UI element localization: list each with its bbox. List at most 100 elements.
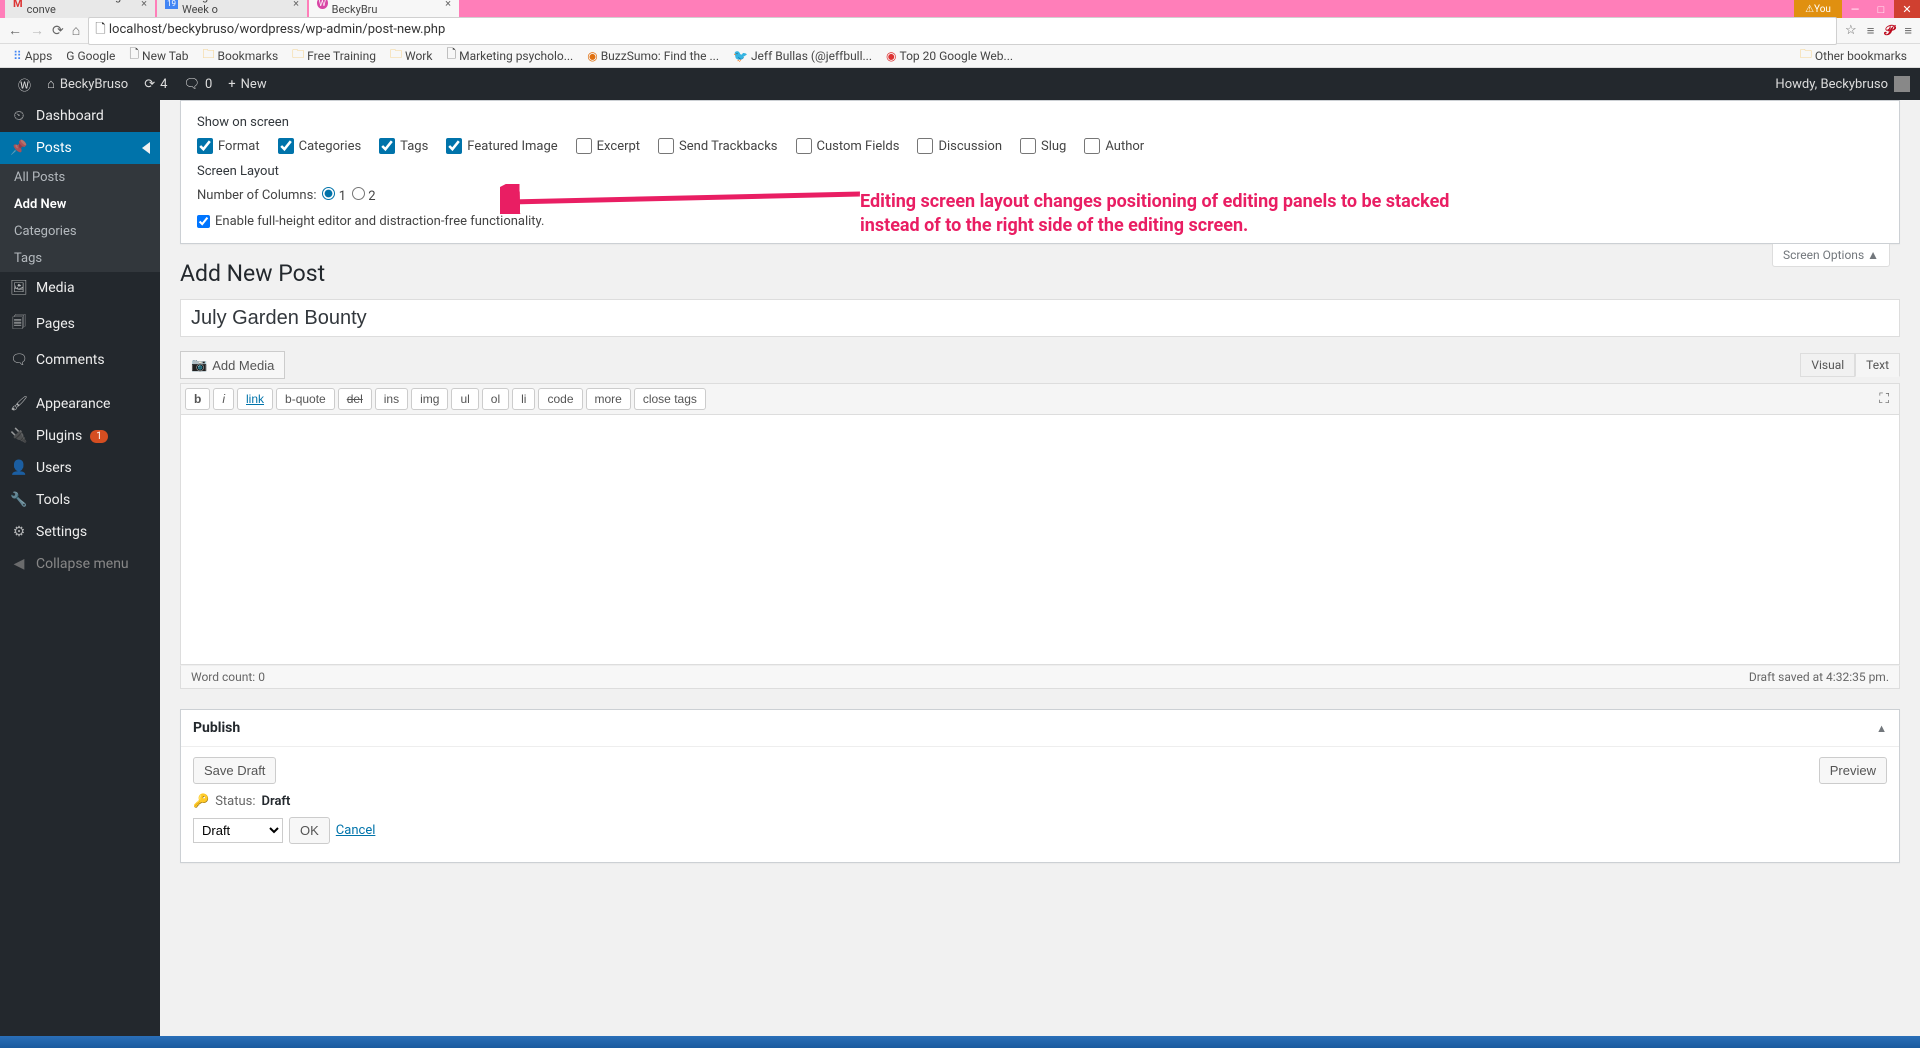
- close-icon[interactable]: ×: [445, 0, 451, 10]
- editor-tab-text[interactable]: Text: [1855, 353, 1900, 377]
- bookmark-other[interactable]: 🗀Other bookmarks: [1795, 43, 1912, 68]
- radio-col-2[interactable]: 2: [352, 187, 376, 204]
- status-label: Status:: [215, 794, 255, 809]
- qt-more[interactable]: more: [586, 388, 631, 410]
- chk-excerpt[interactable]: Excerpt: [576, 138, 640, 154]
- forward-icon[interactable]: →: [30, 22, 44, 39]
- qt-li[interactable]: li: [512, 388, 535, 410]
- sidebar-item-dashboard[interactable]: ⏲Dashboard: [0, 100, 160, 132]
- qt-italic[interactable]: i: [213, 388, 234, 410]
- maximize-button[interactable]: □: [1868, 0, 1894, 18]
- browser-tab-3[interactable]: W Add New Post ‹ BeckyBru ×: [309, 0, 459, 18]
- pinterest-icon[interactable]: 𝒫: [1884, 23, 1894, 39]
- sidebar-sub-categories[interactable]: Categories: [0, 218, 160, 245]
- sidebar-item-settings[interactable]: ⚙Settings: [0, 516, 160, 548]
- qt-ul[interactable]: ul: [451, 388, 478, 410]
- chrome-user-button[interactable]: ⚠ You: [1794, 0, 1842, 18]
- qt-ins[interactable]: ins: [375, 388, 408, 410]
- qt-link[interactable]: link: [237, 388, 273, 410]
- updates-link[interactable]: ⟳4: [136, 68, 175, 100]
- home-icon[interactable]: ⌂: [72, 22, 80, 39]
- qt-bold[interactable]: b: [185, 388, 210, 410]
- close-icon[interactable]: ×: [293, 0, 299, 10]
- bookmark-buzzsumo[interactable]: ◉BuzzSumo: Find the ...: [582, 47, 724, 65]
- radio-col-1[interactable]: 1: [322, 187, 346, 204]
- reload-icon[interactable]: ⟳: [52, 23, 64, 39]
- screen-options-toggle[interactable]: Screen Options ▲: [1772, 244, 1890, 267]
- admin-sidebar: ⏲Dashboard 📌Posts All Posts Add New Cate…: [0, 100, 160, 1036]
- status-select[interactable]: Draft: [193, 818, 283, 843]
- buffer-icon[interactable]: ≡: [1867, 23, 1875, 39]
- wp-logo-icon[interactable]: Ⓦ: [10, 68, 39, 100]
- sidebar-item-appearance[interactable]: 🖌Appearance: [0, 388, 160, 420]
- url-input[interactable]: 🗋 localhost/beckybruso/wordpress/wp-admi…: [88, 17, 1837, 45]
- bookmark-newtab[interactable]: 🗋New Tab: [124, 43, 193, 68]
- qt-del[interactable]: del: [338, 388, 372, 410]
- status-cancel-link[interactable]: Cancel: [336, 823, 376, 838]
- comment-icon: 🗨: [10, 352, 28, 368]
- sidebar-collapse[interactable]: ◀Collapse menu: [0, 548, 160, 580]
- qt-code[interactable]: code: [538, 388, 582, 410]
- sidebar-item-comments[interactable]: 🗨Comments: [0, 344, 160, 376]
- bookmark-folder-bookmarks[interactable]: 🗀Bookmarks: [197, 43, 283, 68]
- add-media-button[interactable]: 📷Add Media: [180, 351, 285, 379]
- bookmark-folder-freetraining[interactable]: 🗀Free Training: [287, 43, 381, 68]
- post-title-input[interactable]: [180, 299, 1900, 337]
- star-icon[interactable]: ☆: [1845, 23, 1857, 38]
- close-window-button[interactable]: ✕: [1894, 0, 1920, 18]
- qt-bquote[interactable]: b-quote: [276, 388, 335, 410]
- menu-icon[interactable]: ≡: [1904, 23, 1912, 39]
- close-icon[interactable]: ×: [141, 0, 147, 10]
- minimize-button[interactable]: —: [1842, 0, 1868, 18]
- chk-customfields[interactable]: Custom Fields: [796, 138, 900, 154]
- browser-tab-2[interactable]: 19 Google Calendar - Week o ×: [157, 0, 307, 18]
- sidebar-item-plugins[interactable]: 🔌Plugins1: [0, 420, 160, 452]
- post-content-textarea[interactable]: [180, 415, 1900, 665]
- page-icon: 🗐: [10, 312, 28, 336]
- apps-button[interactable]: ⠿Apps: [8, 47, 57, 65]
- sidebar-item-media[interactable]: 🖼Media: [0, 272, 160, 304]
- sidebar-item-pages[interactable]: 🗐Pages: [0, 304, 160, 344]
- publish-metabox: Publish ▲ Save Draft Preview 🔑 Status: D…: [180, 709, 1900, 863]
- chk-categories[interactable]: Categories: [278, 138, 362, 154]
- fullscreen-icon[interactable]: ⛶: [1873, 391, 1895, 407]
- sidebar-item-users[interactable]: 👤Users: [0, 452, 160, 484]
- back-icon[interactable]: ←: [8, 22, 22, 39]
- editor-tab-visual[interactable]: Visual: [1800, 353, 1855, 377]
- chk-author[interactable]: Author: [1084, 138, 1144, 154]
- windows-taskbar[interactable]: [0, 1036, 1920, 1048]
- tab-favicon: M: [13, 0, 23, 10]
- avatar[interactable]: [1894, 76, 1910, 92]
- annotation-text: Editing screen layout changes positionin…: [860, 190, 1449, 239]
- bookmark-google[interactable]: GGoogle: [61, 47, 120, 65]
- sidebar-item-posts[interactable]: 📌Posts: [0, 132, 160, 164]
- metabox-toggle-icon[interactable]: ▲: [1876, 722, 1887, 735]
- chk-slug[interactable]: Slug: [1020, 138, 1066, 154]
- bookmark-jeffbullas[interactable]: 🐦Jeff Bullas (@jeffbull...: [728, 47, 877, 65]
- bookmark-marketing[interactable]: 🗋Marketing psycholo...: [441, 43, 578, 68]
- dashboard-icon: ⏲: [10, 108, 28, 124]
- site-link[interactable]: ⌂BeckyBruso: [39, 68, 136, 100]
- chk-sendtrackbacks[interactable]: Send Trackbacks: [658, 138, 777, 154]
- qt-ol[interactable]: ol: [482, 388, 509, 410]
- qt-img[interactable]: img: [411, 388, 448, 410]
- collapse-icon: ◀: [10, 556, 28, 572]
- preview-button[interactable]: Preview: [1819, 757, 1887, 784]
- sidebar-sub-tags[interactable]: Tags: [0, 245, 160, 272]
- comments-link[interactable]: 🗨0: [175, 68, 220, 100]
- sidebar-sub-allposts[interactable]: All Posts: [0, 164, 160, 191]
- sidebar-sub-addnew[interactable]: Add New: [0, 191, 160, 218]
- chk-format[interactable]: Format: [197, 138, 260, 154]
- browser-tab-1[interactable]: M WordPress Naming conve ×: [5, 0, 155, 18]
- sidebar-item-tools[interactable]: 🔧Tools: [0, 484, 160, 516]
- save-draft-button[interactable]: Save Draft: [193, 757, 276, 784]
- status-ok-button[interactable]: OK: [289, 817, 330, 844]
- chk-discussion[interactable]: Discussion: [917, 138, 1002, 154]
- bookmark-top20[interactable]: ◉Top 20 Google Web...: [881, 47, 1018, 65]
- chk-featuredimage[interactable]: Featured Image: [446, 138, 557, 154]
- new-link[interactable]: +New: [220, 68, 274, 100]
- howdy-text[interactable]: Howdy, Beckybruso: [1775, 77, 1888, 92]
- bookmark-folder-work[interactable]: 🗀Work: [385, 43, 437, 68]
- qt-closetags[interactable]: close tags: [634, 388, 706, 410]
- chk-tags[interactable]: Tags: [379, 138, 428, 154]
